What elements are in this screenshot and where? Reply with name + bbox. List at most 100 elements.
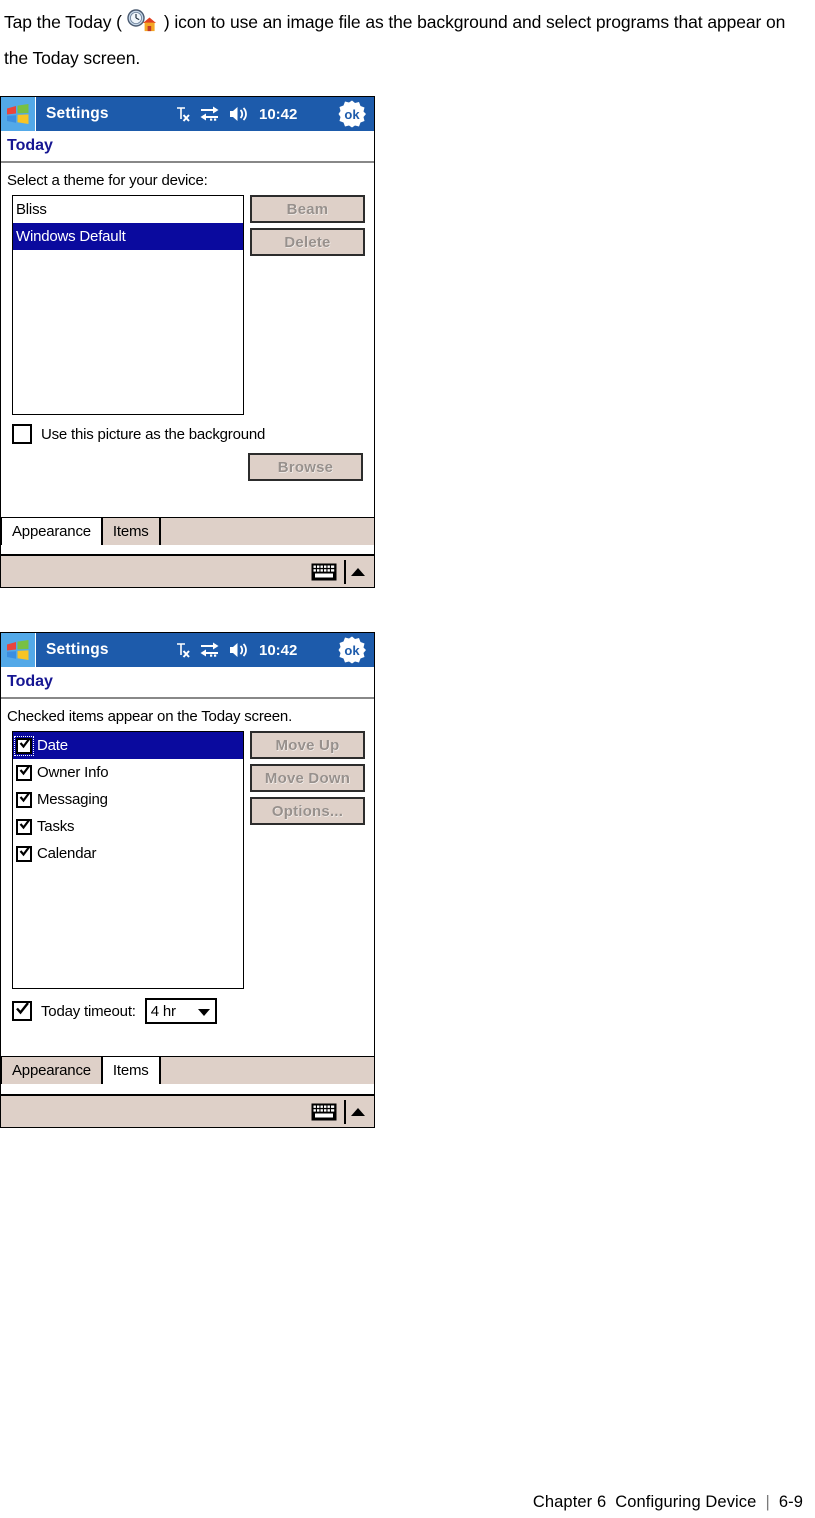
pda-screenshot-appearance: Settings 10:42 ok Today Select a theme f… [0, 96, 375, 588]
footer-chapter: Chapter 6 [532, 1493, 607, 1511]
titlebar-items: Settings 10:42 ok [1, 633, 374, 667]
use-picture-checkbox-row[interactable]: Use this picture as the background [12, 424, 374, 444]
titlebar-appearance: Settings 10:42 ok [1, 97, 374, 131]
list-item[interactable]: Windows Default [13, 223, 243, 250]
sip-divider [344, 1099, 346, 1124]
footer-title: Configuring Device [615, 1493, 757, 1511]
check-icon [19, 737, 31, 748]
table-row[interactable]: Owner Info [13, 759, 243, 786]
list-item-label: Bliss [16, 201, 47, 218]
table-row[interactable]: Tasks [13, 813, 243, 840]
theme-listbox[interactable]: Bliss Windows Default [12, 195, 244, 415]
sip-divider [344, 559, 346, 584]
item-checkbox[interactable] [16, 818, 32, 835]
today-timeout-value: 4 hr [150, 1002, 176, 1020]
volume-icon [230, 107, 247, 121]
titlebar-title: Settings [46, 641, 109, 658]
options-button[interactable]: Options... [250, 797, 365, 825]
body-items: Checked items appear on the Today screen… [1, 708, 374, 1024]
svg-text:ok: ok [344, 107, 360, 122]
footer-page-number: 6-9 [778, 1493, 803, 1511]
connectivity-icon [200, 642, 219, 657]
browse-button-row: Browse [1, 453, 374, 481]
list-item-label: Date [37, 737, 68, 754]
theme-button-column: Beam Delete [250, 195, 365, 256]
today-timeout-select[interactable]: 4 hr [144, 998, 217, 1024]
page-header-items: Today [1, 667, 374, 699]
table-row[interactable]: Date [13, 732, 243, 759]
check-icon [19, 818, 31, 829]
move-up-button[interactable]: Move Up [250, 731, 365, 759]
beam-button[interactable]: Beam [250, 195, 365, 223]
sip-bar-items [1, 1094, 374, 1127]
page-title: Today [7, 673, 53, 690]
check-icon [19, 764, 31, 775]
tabstrip-appearance: Appearance Items [1, 515, 374, 545]
today-items-listbox[interactable]: Date Owner Info Messaging Tasks Calendar [12, 731, 244, 989]
pda-screenshot-items: Settings 10:42 ok Today Checked items ap… [0, 632, 375, 1128]
items-prompt-label: Checked items appear on the Today screen… [7, 708, 293, 725]
delete-button[interactable]: Delete [250, 228, 365, 256]
item-checkbox[interactable] [16, 791, 32, 808]
tabstrip-filler [159, 517, 374, 545]
body-appearance: Select a theme for your device: Bliss Wi… [1, 172, 374, 481]
titlebar-clock: 10:42 [259, 641, 298, 659]
tabstrip-filler [159, 1056, 374, 1084]
volume-icon [230, 643, 247, 657]
list-item[interactable]: Bliss [13, 196, 243, 223]
page-title: Today [7, 137, 53, 154]
windows-flag-icon [7, 639, 29, 660]
chevron-down-icon[interactable] [197, 1009, 210, 1016]
page-footer: Chapter 6 Configuring Device | 6-9 [533, 1493, 803, 1512]
keyboard-icon[interactable] [311, 563, 337, 581]
keyboard-icon[interactable] [311, 1103, 337, 1121]
use-picture-checkbox[interactable] [12, 424, 32, 444]
ok-button[interactable]: ok [338, 100, 366, 128]
list-item-label: Tasks [37, 818, 75, 835]
table-row[interactable]: Messaging [13, 786, 243, 813]
today-timeout-checkbox[interactable] [12, 1001, 32, 1021]
theme-prompt-label: Select a theme for your device: [7, 172, 208, 189]
items-button-column: Move Up Move Down Options... [250, 731, 365, 825]
tab-items[interactable]: Items [101, 517, 160, 545]
start-menu-button[interactable] [1, 97, 36, 131]
item-checkbox[interactable] [16, 845, 32, 862]
chevron-up-icon[interactable] [351, 1107, 365, 1116]
tab-appearance[interactable]: Appearance [1, 1056, 102, 1084]
intro-paragraph: Tap the Today ( ) icon to use an image f… [4, 4, 812, 76]
theme-selection-row: Bliss Windows Default Beam Delete [1, 195, 374, 415]
list-item-label: Calendar [37, 845, 97, 862]
footer-separator: | [765, 1493, 770, 1511]
no-signal-icon [177, 642, 190, 658]
titlebar-clock: 10:42 [259, 105, 298, 123]
item-checkbox[interactable] [16, 764, 32, 781]
tab-items[interactable]: Items [101, 1056, 160, 1084]
no-signal-icon [177, 106, 190, 122]
tab-appearance[interactable]: Appearance [1, 517, 102, 545]
today-timeout-label: Today timeout: [41, 1002, 136, 1020]
connectivity-icon [200, 106, 219, 121]
svg-text:ok: ok [344, 643, 360, 658]
use-picture-label: Use this picture as the background [41, 425, 266, 443]
windows-flag-icon [7, 103, 29, 124]
list-item-label: Messaging [37, 791, 108, 808]
items-selection-row: Date Owner Info Messaging Tasks Calendar… [1, 731, 374, 989]
today-timeout-row: Today timeout: 4 hr [12, 998, 374, 1024]
check-icon [19, 845, 31, 856]
titlebar-status-icons: 10:42 [176, 633, 297, 667]
list-item-label: Windows Default [16, 228, 126, 245]
browse-button[interactable]: Browse [248, 453, 363, 481]
titlebar-status-icons: 10:42 [176, 97, 297, 131]
page-header-appearance: Today [1, 131, 374, 163]
table-row[interactable]: Calendar [13, 840, 243, 867]
start-menu-button[interactable] [1, 633, 36, 667]
intro-text-before: Tap the Today ( [4, 12, 122, 32]
sip-bar-appearance [1, 554, 374, 587]
move-down-button[interactable]: Move Down [250, 764, 365, 792]
ok-button[interactable]: ok [338, 636, 366, 664]
today-clock-house-icon [124, 9, 158, 35]
list-item-label: Owner Info [37, 764, 109, 781]
item-checkbox[interactable] [14, 735, 34, 756]
check-icon [16, 1002, 29, 1015]
chevron-up-icon[interactable] [351, 567, 365, 576]
